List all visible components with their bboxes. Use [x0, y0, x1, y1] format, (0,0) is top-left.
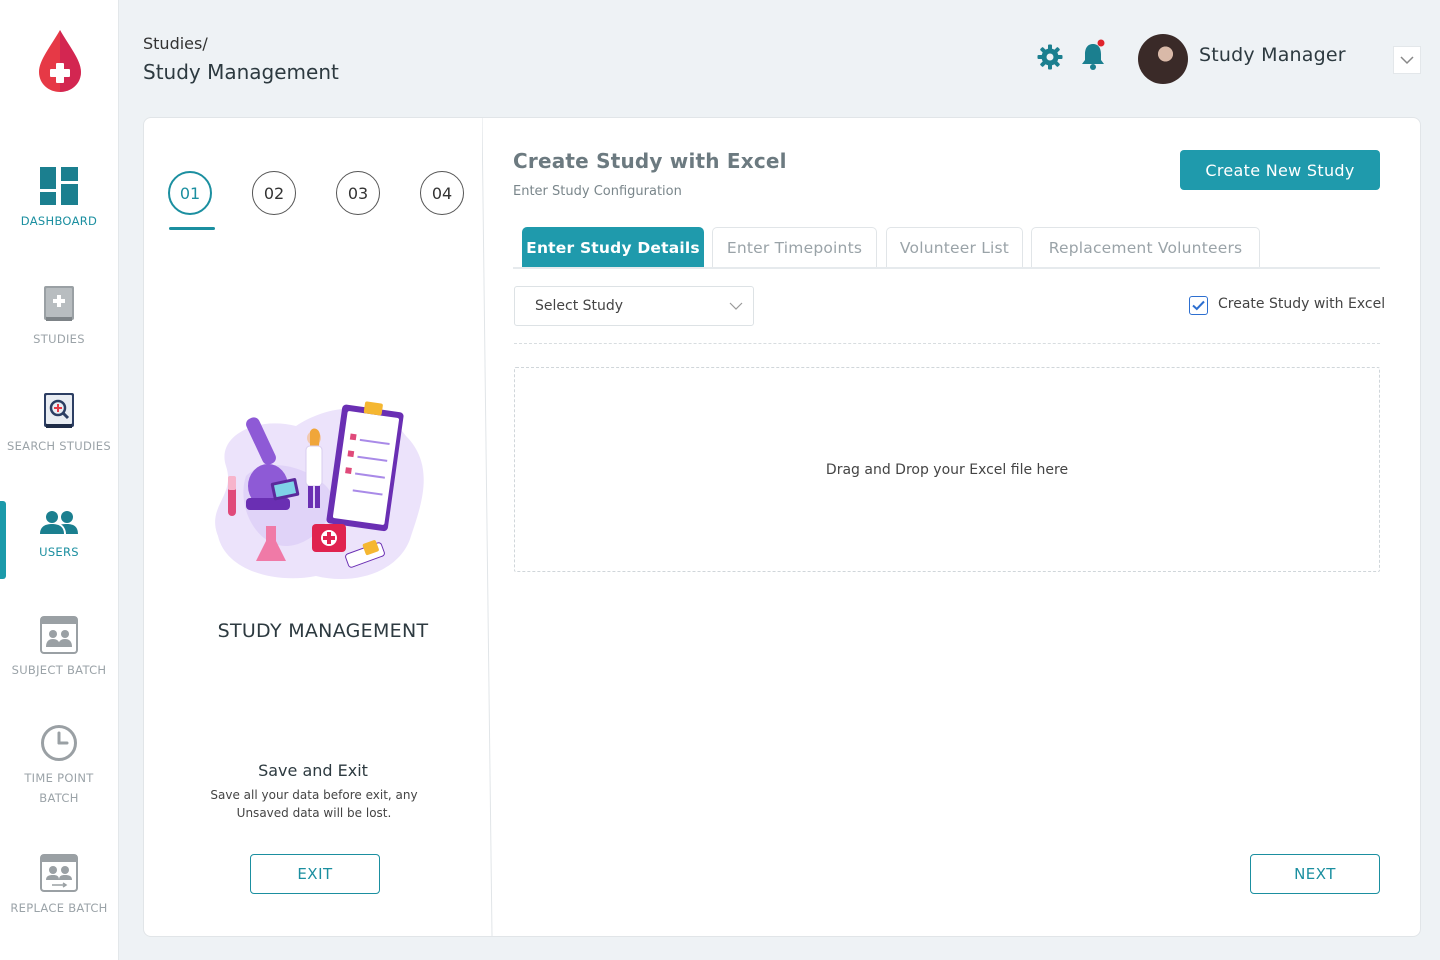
sidebar-item-label: SUBJECT BATCH: [11, 663, 107, 677]
sidebar-item-dashboard[interactable]: DASHBOARD: [0, 167, 118, 231]
tab-volunteer-list[interactable]: Volunteer List: [886, 227, 1023, 267]
excel-dropzone[interactable]: Drag and Drop your Excel file here: [514, 367, 1380, 572]
sidebar-item-label: TIME POINT BATCH: [24, 771, 94, 805]
sidebar-item-label: STUDIES: [33, 332, 85, 346]
select-study-placeholder: Select Study: [535, 298, 624, 314]
dashboard-icon: [40, 167, 78, 205]
form-subtitle: Enter Study Configuration: [513, 184, 682, 199]
search-studies-icon: [44, 393, 74, 428]
gear-icon[interactable]: [1037, 44, 1063, 70]
sidebar-item-label: USERS: [39, 545, 79, 559]
checkmark-icon: [1192, 300, 1205, 311]
sidebar-item-label: REPLACE BATCH: [10, 901, 108, 915]
tab-replacement-volunteers[interactable]: Replacement Volunteers: [1031, 227, 1260, 267]
bell-icon[interactable]: [1080, 38, 1108, 72]
tab-enter-study-details[interactable]: Enter Study Details: [522, 227, 704, 267]
dropzone-text: Drag and Drop your Excel file here: [825, 461, 1069, 478]
form-title: Create Study with Excel: [513, 149, 787, 173]
replace-batch-icon: [40, 854, 78, 892]
chevron-down-icon: [729, 302, 743, 310]
sidebar-item-subject-batch[interactable]: SUBJECT BATCH: [0, 616, 118, 680]
sidebar-item-search-studies[interactable]: SEARCH STUDIES: [0, 392, 118, 456]
sidebar-item-label: SEARCH STUDIES: [7, 439, 111, 453]
step-02[interactable]: 02: [252, 171, 296, 215]
lab-illustration: [215, 401, 424, 580]
create-with-excel-label[interactable]: Create Study with Excel: [1218, 296, 1385, 312]
sidebar-item-studies[interactable]: STUDIES: [0, 285, 118, 349]
notification-dot: [1097, 39, 1105, 47]
blood-drop-logo: [39, 30, 81, 92]
page-title: Study Management: [143, 60, 339, 84]
create-with-excel-checkbox[interactable]: [1189, 296, 1208, 315]
dashed-separator: [514, 343, 1380, 344]
user-menu-toggle[interactable]: [1393, 46, 1421, 74]
sidebar-item-users[interactable]: USERS: [0, 510, 118, 562]
section-title: STUDY MANAGEMENT: [217, 620, 429, 642]
studies-icon: [44, 286, 74, 321]
save-exit-description: Save all your data before exit, any Unsa…: [210, 788, 418, 820]
sidebar: DASHBOARD STUDIES SEARCH STUDIES USERS S…: [0, 0, 119, 960]
subject-batch-icon: [40, 616, 78, 654]
sidebar-item-label: DASHBOARD: [20, 214, 98, 228]
main-card: 01 02 03 04 STUDY MANAGEMENT Save and Ex…: [143, 117, 1421, 937]
user-name[interactable]: Study Manager: [1199, 44, 1346, 66]
sidebar-item-replace-batch[interactable]: REPLACE BATCH: [0, 854, 118, 918]
step-04[interactable]: 04: [420, 171, 464, 215]
panel-divider: [482, 118, 493, 936]
tab-enter-timepoints[interactable]: Enter Timepoints: [712, 227, 877, 267]
step-03[interactable]: 03: [336, 171, 380, 215]
save-exit-title: Save and Exit: [258, 761, 368, 780]
next-button[interactable]: NEXT: [1250, 854, 1380, 894]
select-study-dropdown[interactable]: Select Study: [514, 286, 754, 326]
tabs-baseline: [513, 267, 1380, 269]
chevron-down-icon: [1400, 55, 1414, 64]
create-new-study-button[interactable]: Create New Study: [1180, 150, 1380, 190]
exit-button[interactable]: EXIT: [250, 854, 380, 894]
sidebar-item-time-point-batch[interactable]: TIME POINT BATCH: [0, 724, 118, 808]
avatar[interactable]: [1138, 34, 1188, 84]
clock-icon: [41, 725, 77, 761]
step-01[interactable]: 01: [168, 171, 212, 215]
step-active-underline: [169, 227, 215, 230]
breadcrumb[interactable]: Studies/: [143, 34, 208, 53]
users-icon: [40, 511, 78, 534]
